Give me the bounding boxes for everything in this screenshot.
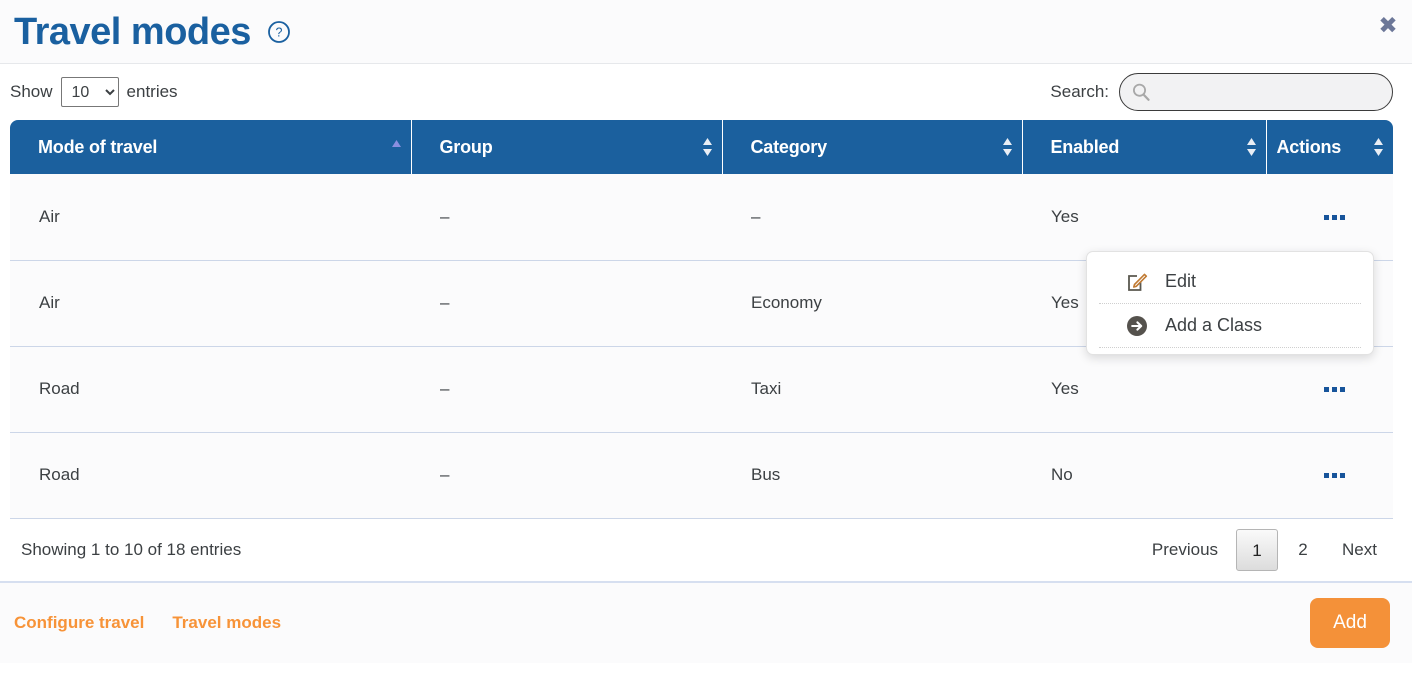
column-label: Enabled — [1051, 137, 1120, 157]
cell-group: – — [411, 346, 722, 432]
search-control: Search: — [1050, 73, 1393, 111]
search-input-wrapper — [1119, 73, 1393, 111]
sort-indicator-asc-active — [391, 136, 402, 158]
search-label: Search: — [1050, 82, 1109, 102]
dropdown-item-edit[interactable]: Edit — [1099, 260, 1361, 304]
page-length-control: Show 102550100 entries — [10, 77, 178, 107]
entries-label: entries — [127, 82, 178, 102]
table-row: Road – Taxi Yes — [10, 346, 1393, 432]
cell-enabled: Yes — [1022, 346, 1266, 432]
table-row: Road – Bus No — [10, 432, 1393, 518]
show-label: Show — [10, 82, 53, 102]
modal-titlebar: Travel modes ? ✖ — [0, 0, 1412, 64]
column-label: Category — [751, 137, 827, 157]
column-label: Group — [440, 137, 493, 157]
table-row: Air – – Yes — [10, 174, 1393, 260]
page-title: Travel modes — [14, 13, 251, 51]
column-header-enabled[interactable]: Enabled — [1022, 120, 1266, 174]
sort-indicator-none — [1373, 136, 1384, 158]
cell-group: – — [411, 174, 722, 260]
search-input[interactable] — [1119, 73, 1393, 111]
pagination-page-2[interactable]: 2 — [1282, 529, 1324, 571]
row-actions-icon[interactable] — [1324, 215, 1345, 220]
cell-category: Taxi — [722, 346, 1022, 432]
pagination-next[interactable]: Next — [1326, 529, 1393, 571]
row-actions-icon[interactable] — [1324, 387, 1345, 392]
cell-category: Economy — [722, 260, 1022, 346]
cell-category: Bus — [722, 432, 1022, 518]
cell-mode-of-travel: Road — [10, 432, 411, 518]
column-header-group[interactable]: Group — [411, 120, 722, 174]
row-actions-icon[interactable] — [1324, 473, 1345, 478]
cell-mode-of-travel: Road — [10, 346, 411, 432]
link-configure-travel[interactable]: Configure travel — [14, 613, 144, 633]
cell-mode-of-travel: Air — [10, 174, 411, 260]
column-label: Mode of travel — [38, 137, 157, 157]
column-label: Actions — [1277, 137, 1342, 157]
table-controls: Show 102550100 entries Search: — [0, 64, 1412, 120]
travel-modes-modal: Travel modes ? ✖ Show 102550100 entries … — [0, 0, 1412, 690]
cell-category: – — [722, 174, 1022, 260]
row-actions-dropdown: Edit Add a Class — [1086, 251, 1374, 355]
column-header-mode-of-travel[interactable]: Mode of travel — [10, 120, 411, 174]
sort-indicator-none — [702, 136, 713, 158]
column-header-actions[interactable]: Actions — [1266, 120, 1393, 174]
column-header-category[interactable]: Category — [722, 120, 1022, 174]
cell-enabled: Yes — [1022, 174, 1266, 260]
table-head: Mode of travel Group — [10, 120, 1393, 174]
bottom-bar: Configure travel Travel modes Add — [0, 583, 1412, 663]
cell-actions — [1266, 174, 1393, 260]
page-length-select[interactable]: 102550100 — [61, 77, 119, 107]
svg-text:?: ? — [275, 25, 282, 39]
sort-indicator-none — [1002, 136, 1013, 158]
dropdown-item-label: Add a Class — [1165, 315, 1262, 336]
sort-indicator-none — [1246, 136, 1257, 158]
pagination-page-1[interactable]: 1 — [1236, 529, 1278, 571]
edit-pencil-icon — [1125, 270, 1149, 294]
dropdown-item-label: Edit — [1165, 271, 1196, 292]
close-icon[interactable]: ✖ — [1376, 14, 1400, 38]
arrow-right-circle-icon — [1125, 314, 1149, 338]
cell-enabled: No — [1022, 432, 1266, 518]
cell-actions — [1266, 346, 1393, 432]
cell-group: – — [411, 260, 722, 346]
pagination-previous[interactable]: Previous — [1136, 529, 1234, 571]
cell-group: – — [411, 432, 722, 518]
add-button[interactable]: Add — [1310, 598, 1390, 648]
dropdown-item-add-a-class[interactable]: Add a Class — [1099, 304, 1361, 348]
table-footer: Showing 1 to 10 of 18 entries Previous 1… — [0, 519, 1412, 583]
question-circle-icon[interactable]: ? — [267, 20, 291, 44]
table-header-row: Mode of travel Group — [10, 120, 1393, 174]
entries-info: Showing 1 to 10 of 18 entries — [21, 540, 241, 560]
link-travel-modes[interactable]: Travel modes — [172, 613, 281, 633]
pagination: Previous 1 2 Next — [1136, 529, 1393, 571]
cell-mode-of-travel: Air — [10, 260, 411, 346]
cell-actions — [1266, 432, 1393, 518]
